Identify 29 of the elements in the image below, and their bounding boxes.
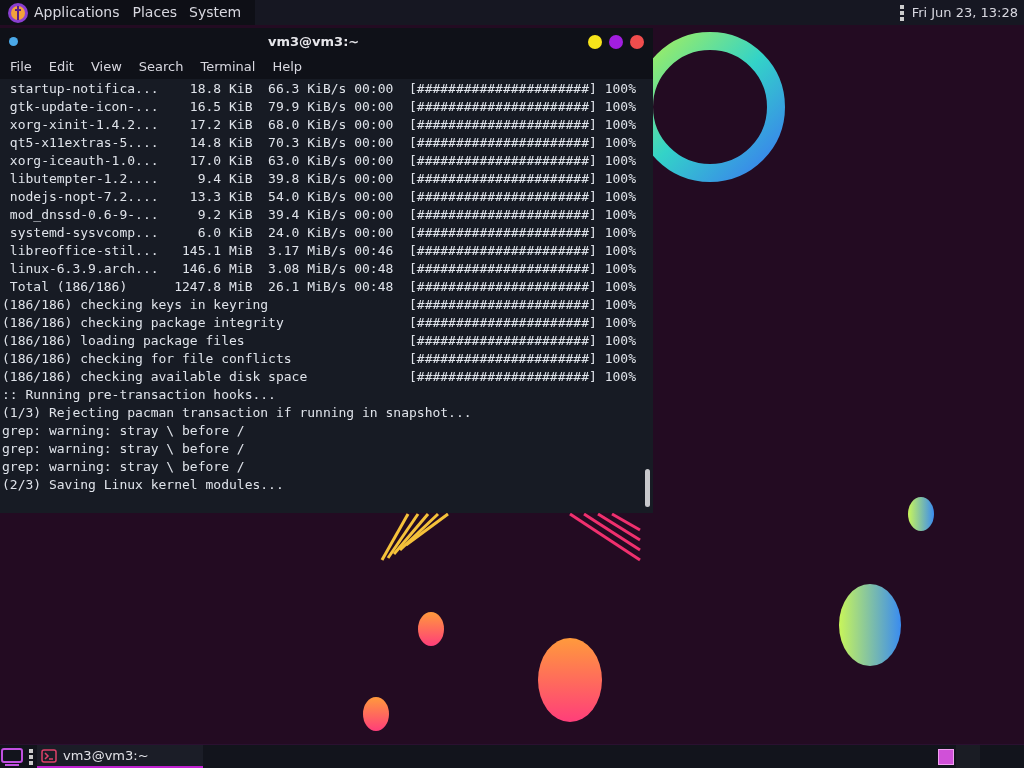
terminal-output: startup-notifica... 18.8 KiB 66.3 KiB/s 00:00 [######################] 100% gtk-update-icon-... 16.5 KiB 79.9 KiB/s 00:00 [######################] 100% xorg-xinit-1.4.2... 17.2 KiB 68.0 KiB/s 00:00 [######################] 100% qt5-x11extras-5.... 14.8 KiB 70.3 KiB/s 00:00 [######################] 100% xorg-iceauth-1.0... 17.0 KiB 63.0 KiB/s 00:00 [######################] 100% libutempter-1.2.... 9.4 KiB 39.8 KiB/s 00:00 [######################] 100% nodejs-nopt-7.2.... 13.3 KiB 54.0 KiB/s 00:00 [######################] 100% mod_dnssd-0.6-9-... 9.2 KiB 39.4 KiB/s 00:00 [######################] 100% systemd-sysvcomp... 6.0 KiB 24.0 KiB/s 00:00 [######################] 100% libreoffice-stil... 145.1 MiB 3.17 MiB/s 00:46 [######################] 100% linux-6.3.9.arch... 146.6 MiB 3.08 MiB/s 00:48 [######################] 100% Total (186/186) 1247.8 MiB 26.1 MiB/s 00:48 [######################] 100% (186/186) checking keys in keyring [######################] 100% (186/186) checking package integrity [######################] 100% (186/186) loading package files [######################] 100% (186/186) checking for file conflicts [######################] 100% (186/186) checking available disk space [######################] 100% :: Running pre-transaction hooks... (1/3) Rejecting pacman transaction if running in snapshot... grep: warning: stray \ before / grep: warning: stray \ before / grep: warning: stray \ before / (2/3) Saving Linux kernel modules... [1,80,637,494]
panel-menu[interactable]: Places [132,2,178,23]
menu-item[interactable]: Search [136,57,186,77]
stripes-decoration [569,512,641,562]
scrollbar-thumb[interactable] [645,469,650,507]
menu-item[interactable]: Help [270,57,305,77]
stripes-decoration [380,512,449,561]
menu-item[interactable]: Terminal [198,57,258,77]
menu-item[interactable]: File [8,57,34,77]
pin-button[interactable] [9,37,18,46]
menu-item[interactable]: View [88,57,124,77]
close-button[interactable] [630,34,644,49]
maximize-button[interactable] [609,34,623,49]
menu-item[interactable]: Edit [46,57,76,77]
bubble-decoration [908,497,934,531]
desktop-icon[interactable] [1,746,23,767]
taskbar-button[interactable]: vm3@vm3:~ [37,745,203,768]
handle-icon[interactable] [29,748,33,765]
terminal-icon [41,748,57,763]
panel-menu[interactable]: Applications [34,2,120,23]
clock[interactable]: Fri Jun 23, 13:28 [911,2,1024,23]
minimize-button[interactable] [588,34,602,49]
bubble-decoration [418,612,444,646]
logo-icon[interactable] [7,1,29,24]
menu-dots-icon[interactable] [899,4,904,21]
panel-menu[interactable]: System [189,2,242,23]
workspace-button[interactable] [938,748,954,765]
bubble-decoration [363,697,389,731]
window-title: vm3@vm3:~ [268,33,360,51]
